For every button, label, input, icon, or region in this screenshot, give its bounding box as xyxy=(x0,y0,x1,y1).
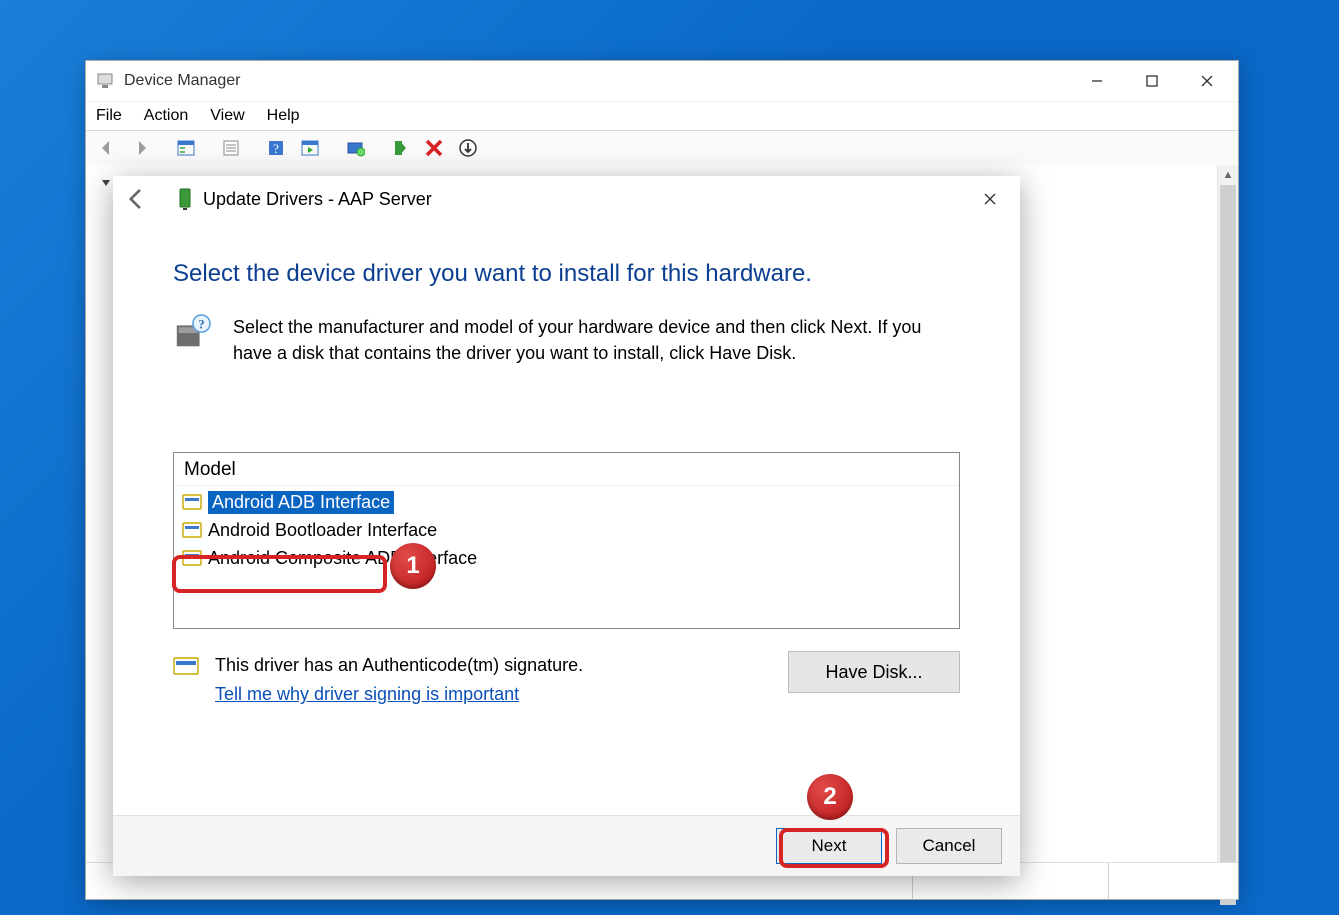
model-item-bootloader-interface[interactable]: Android Bootloader Interface xyxy=(180,516,953,544)
signature-text: This driver has an Authenticode(tm) sign… xyxy=(215,655,583,676)
driver-icon xyxy=(182,521,202,539)
update-drivers-wizard: Update Drivers - AAP Server Select the d… xyxy=(113,176,1020,876)
vertical-scrollbar[interactable]: ▲ ▼ xyxy=(1217,165,1238,899)
add-legacy-hardware-button[interactable] xyxy=(453,134,483,162)
cancel-button[interactable]: Cancel xyxy=(896,828,1002,864)
toolbar: ? xyxy=(86,130,1238,166)
wizard-back-button[interactable] xyxy=(123,186,149,212)
svg-text:?: ? xyxy=(273,141,279,156)
model-item-label: Android Bootloader Interface xyxy=(208,520,437,541)
have-disk-button[interactable]: Have Disk... xyxy=(788,651,960,693)
maximize-button[interactable] xyxy=(1124,61,1179,101)
uninstall-device-button[interactable] xyxy=(385,134,415,162)
window-titlebar[interactable]: Device Manager xyxy=(86,61,1238,101)
model-list: Android ADB Interface Android Bootloader… xyxy=(174,486,959,574)
driver-icon xyxy=(182,493,202,511)
help-button[interactable]: ? xyxy=(261,134,291,162)
device-icon xyxy=(177,187,193,211)
disable-device-button[interactable] xyxy=(419,134,449,162)
wizard-close-button[interactable] xyxy=(970,179,1010,219)
wizard-title: Update Drivers - AAP Server xyxy=(203,189,432,210)
menu-help[interactable]: Help xyxy=(267,107,300,125)
scroll-up-arrow[interactable]: ▲ xyxy=(1218,165,1238,185)
scroll-thumb[interactable] xyxy=(1220,185,1236,905)
nav-forward-button[interactable] xyxy=(126,134,156,162)
nav-back-button[interactable] xyxy=(92,134,122,162)
model-column-header[interactable]: Model xyxy=(174,453,959,486)
signature-help-link[interactable]: Tell me why driver signing is important xyxy=(215,684,519,705)
svg-text:?: ? xyxy=(198,317,204,331)
signature-icon xyxy=(173,655,199,677)
minimize-button[interactable] xyxy=(1069,61,1124,101)
model-item-label: Android ADB Interface xyxy=(208,491,394,514)
menubar: File Action View Help xyxy=(86,101,1238,130)
next-button[interactable]: Next xyxy=(776,828,882,864)
menu-action[interactable]: Action xyxy=(144,107,188,125)
wizard-header: Update Drivers - AAP Server xyxy=(113,176,1020,222)
tree-collapse-icon[interactable] xyxy=(100,175,112,187)
device-manager-icon xyxy=(96,72,114,90)
model-item-adb-interface[interactable]: Android ADB Interface xyxy=(180,488,953,516)
properties-button[interactable] xyxy=(216,134,246,162)
model-item-composite-adb-interface[interactable]: Android Composite ADB Interface xyxy=(180,544,953,572)
model-list-box: Model Android ADB Interface Android Boot… xyxy=(173,452,960,629)
wizard-heading: Select the device driver you want to ins… xyxy=(173,260,960,288)
model-item-label: Android Composite ADB Interface xyxy=(208,548,477,569)
menu-file[interactable]: File xyxy=(96,107,122,125)
scan-hardware-button[interactable] xyxy=(295,134,325,162)
menu-view[interactable]: View xyxy=(210,107,244,125)
update-driver-button[interactable] xyxy=(340,134,370,162)
wizard-footer: Next Cancel xyxy=(113,815,1020,876)
wizard-instruction-text: Select the manufacturer and model of you… xyxy=(233,314,960,366)
window-title: Device Manager xyxy=(124,72,241,90)
show-hide-tree-button[interactable] xyxy=(171,134,201,162)
driver-icon xyxy=(182,549,202,567)
close-button[interactable] xyxy=(1179,61,1234,101)
hardware-help-icon: ? xyxy=(173,314,211,366)
